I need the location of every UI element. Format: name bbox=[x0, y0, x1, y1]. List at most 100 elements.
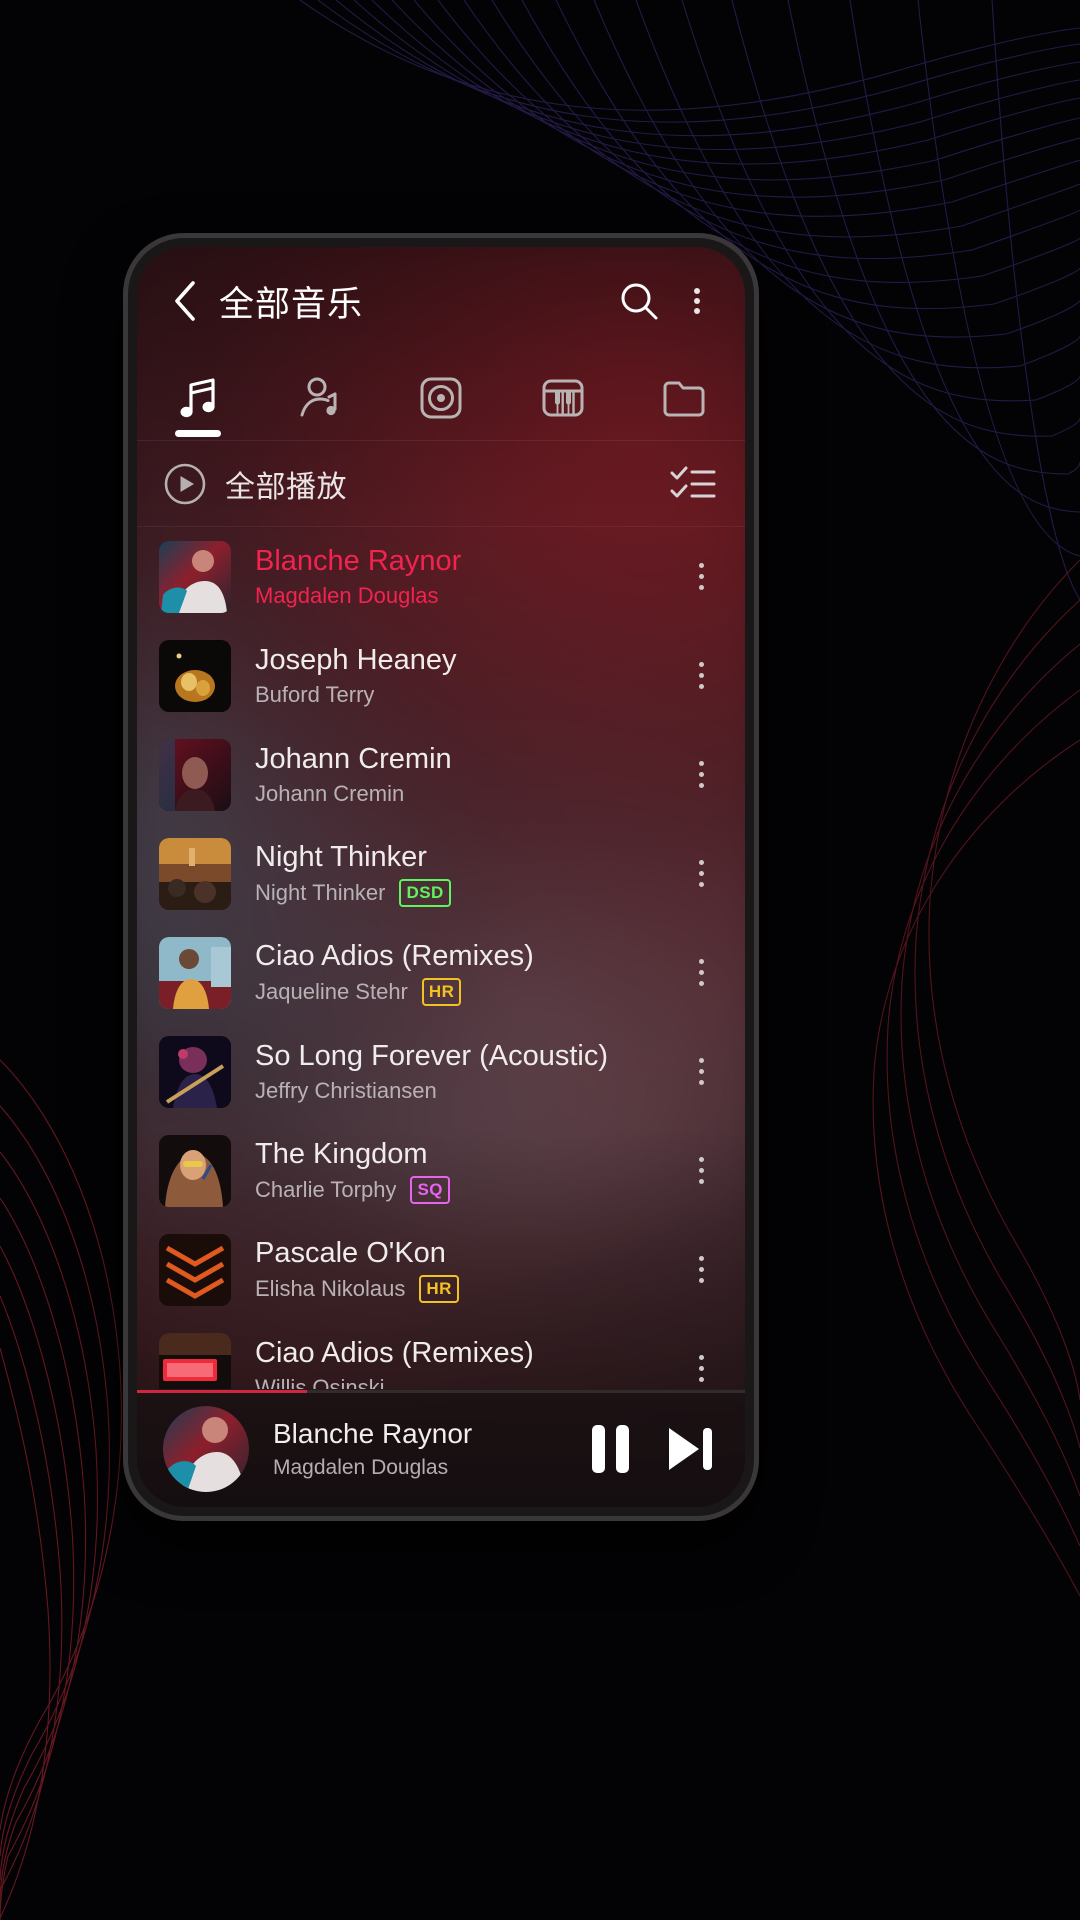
song-row[interactable]: Johann Cremin Johann Cremin bbox=[137, 725, 745, 824]
music-note-icon bbox=[180, 377, 215, 417]
category-tab-bar bbox=[137, 355, 745, 441]
song-meta: Night Thinker Night Thinker DSD bbox=[255, 840, 675, 908]
song-artist: Jaqueline Stehr bbox=[255, 979, 408, 1005]
song-title: Johann Cremin bbox=[255, 742, 452, 775]
song-subtitle: Night Thinker DSD bbox=[255, 879, 675, 908]
album-art bbox=[159, 540, 231, 613]
song-more-button[interactable] bbox=[675, 739, 727, 811]
play-all-row: 全部播放 bbox=[137, 441, 745, 527]
song-subtitle: Magdalen Douglas bbox=[255, 583, 675, 609]
album-art bbox=[159, 837, 231, 910]
song-artist: Elisha Nikolaus bbox=[255, 1276, 406, 1302]
song-subtitle: Willis Osinski bbox=[255, 1375, 675, 1389]
album-disc-icon bbox=[420, 377, 462, 418]
multi-select-button[interactable] bbox=[665, 456, 721, 512]
album-art-thumbnail bbox=[159, 1035, 231, 1108]
overflow-menu-button[interactable] bbox=[677, 273, 717, 329]
song-meta: Joseph Heaney Buford Terry bbox=[255, 643, 675, 708]
song-row[interactable]: Ciao Adios (Remixes) Willis Osinski bbox=[137, 1319, 745, 1389]
song-more-button[interactable] bbox=[675, 1135, 727, 1207]
song-more-button[interactable] bbox=[675, 937, 727, 1009]
song-meta: Johann Cremin Johann Cremin bbox=[255, 742, 675, 807]
song-meta: Ciao Adios (Remixes) Jaqueline Stehr HR bbox=[255, 939, 675, 1007]
song-row[interactable]: Joseph Heaney Buford Terry bbox=[137, 626, 745, 725]
song-subtitle: Charlie Torphy SQ bbox=[255, 1176, 675, 1205]
song-meta: So Long Forever (Acoustic) Jeffry Christ… bbox=[255, 1039, 675, 1104]
album-art-thumbnail bbox=[159, 1332, 231, 1389]
song-more-button[interactable] bbox=[675, 1333, 727, 1390]
song-subtitle: Johann Cremin bbox=[255, 781, 675, 807]
play-circle-icon bbox=[164, 463, 206, 504]
album-art-thumbnail bbox=[159, 738, 231, 811]
tab-songs[interactable] bbox=[137, 355, 259, 440]
song-more-button[interactable] bbox=[675, 541, 727, 613]
song-row[interactable]: Ciao Adios (Remixes) Jaqueline Stehr HR bbox=[137, 923, 745, 1022]
song-title: Night Thinker bbox=[255, 840, 427, 873]
album-art-thumbnail bbox=[163, 1405, 249, 1492]
playback-progress-fill bbox=[137, 1390, 308, 1393]
song-more-button[interactable] bbox=[675, 838, 727, 910]
album-art-thumbnail bbox=[159, 540, 231, 613]
album-art-thumbnail bbox=[159, 1134, 231, 1207]
page-title: 全部音乐 bbox=[219, 284, 364, 324]
album-art bbox=[159, 936, 231, 1009]
search-button[interactable] bbox=[611, 273, 667, 329]
song-more-button[interactable] bbox=[675, 1036, 727, 1108]
song-subtitle: Elisha Nikolaus HR bbox=[255, 1275, 675, 1304]
mini-player-album-art[interactable] bbox=[163, 1405, 249, 1492]
song-artist: Magdalen Douglas bbox=[255, 583, 439, 609]
play-all-button[interactable]: 全部播放 bbox=[163, 462, 665, 506]
mini-player-artist: Magdalen Douglas bbox=[273, 1455, 449, 1479]
pause-icon bbox=[592, 1424, 629, 1473]
album-art-thumbnail bbox=[159, 639, 231, 712]
album-art bbox=[159, 738, 231, 811]
song-artist: Willis Osinski bbox=[255, 1375, 385, 1389]
song-row[interactable]: The Kingdom Charlie Torphy SQ bbox=[137, 1121, 745, 1220]
back-button[interactable] bbox=[159, 275, 211, 327]
quality-badge: DSD bbox=[399, 879, 451, 908]
more-vertical-icon bbox=[694, 284, 700, 318]
album-art-thumbnail bbox=[159, 1233, 231, 1306]
tab-albums[interactable] bbox=[380, 355, 502, 440]
song-row[interactable]: Pascale O'Kon Elisha Nikolaus HR bbox=[137, 1220, 745, 1319]
song-title: The Kingdom bbox=[255, 1137, 428, 1170]
song-meta: Pascale O'Kon Elisha Nikolaus HR bbox=[255, 1236, 675, 1304]
folder-icon bbox=[663, 381, 705, 416]
mini-player-title: Blanche Raynor bbox=[273, 1417, 473, 1449]
active-tab-indicator bbox=[174, 430, 221, 437]
song-title: So Long Forever (Acoustic) bbox=[255, 1039, 608, 1072]
song-row[interactable]: So Long Forever (Acoustic) Jeffry Christ… bbox=[137, 1022, 745, 1121]
tab-artists[interactable] bbox=[259, 355, 381, 440]
mini-player[interactable]: Blanche Raynor Magdalen Douglas bbox=[137, 1389, 745, 1507]
next-track-button[interactable] bbox=[663, 1424, 717, 1474]
album-art bbox=[159, 1332, 231, 1389]
quality-badge: SQ bbox=[410, 1176, 451, 1205]
song-row[interactable]: Night Thinker Night Thinker DSD bbox=[137, 824, 745, 923]
playback-progress-track[interactable] bbox=[137, 1390, 745, 1393]
album-art bbox=[159, 639, 231, 712]
mini-player-meta: Blanche Raynor Magdalen Douglas bbox=[273, 1418, 592, 1480]
tab-genres[interactable] bbox=[502, 355, 624, 440]
song-title: Ciao Adios (Remixes) bbox=[255, 1336, 534, 1369]
tab-folders[interactable] bbox=[623, 355, 745, 440]
song-more-button[interactable] bbox=[675, 1234, 727, 1306]
song-subtitle: Jeffry Christiansen bbox=[255, 1078, 675, 1104]
song-artist: Buford Terry bbox=[255, 682, 375, 708]
song-title: Pascale O'Kon bbox=[255, 1236, 446, 1269]
app-bar: 全部音乐 bbox=[137, 247, 745, 355]
skip-next-icon bbox=[669, 1427, 712, 1470]
song-row[interactable]: Blanche Raynor Magdalen Douglas bbox=[137, 527, 745, 626]
artist-icon bbox=[300, 377, 337, 416]
song-more-button[interactable] bbox=[675, 640, 727, 712]
search-icon bbox=[621, 283, 658, 320]
song-artist: Night Thinker bbox=[255, 880, 386, 906]
song-list[interactable]: Blanche Raynor Magdalen Douglas Joseph H… bbox=[137, 527, 745, 1389]
play-all-label: 全部播放 bbox=[225, 470, 347, 504]
phone-screen: 全部音乐 全部播放 Blanche Raynor Magdalen Dougla… bbox=[137, 247, 745, 1507]
song-title: Blanche Raynor bbox=[255, 544, 462, 577]
pause-button[interactable] bbox=[592, 1424, 629, 1473]
checklist-icon bbox=[670, 466, 716, 497]
song-artist: Johann Cremin bbox=[255, 781, 405, 807]
quality-badge: HR bbox=[421, 978, 462, 1007]
song-meta: Ciao Adios (Remixes) Willis Osinski bbox=[255, 1336, 675, 1389]
